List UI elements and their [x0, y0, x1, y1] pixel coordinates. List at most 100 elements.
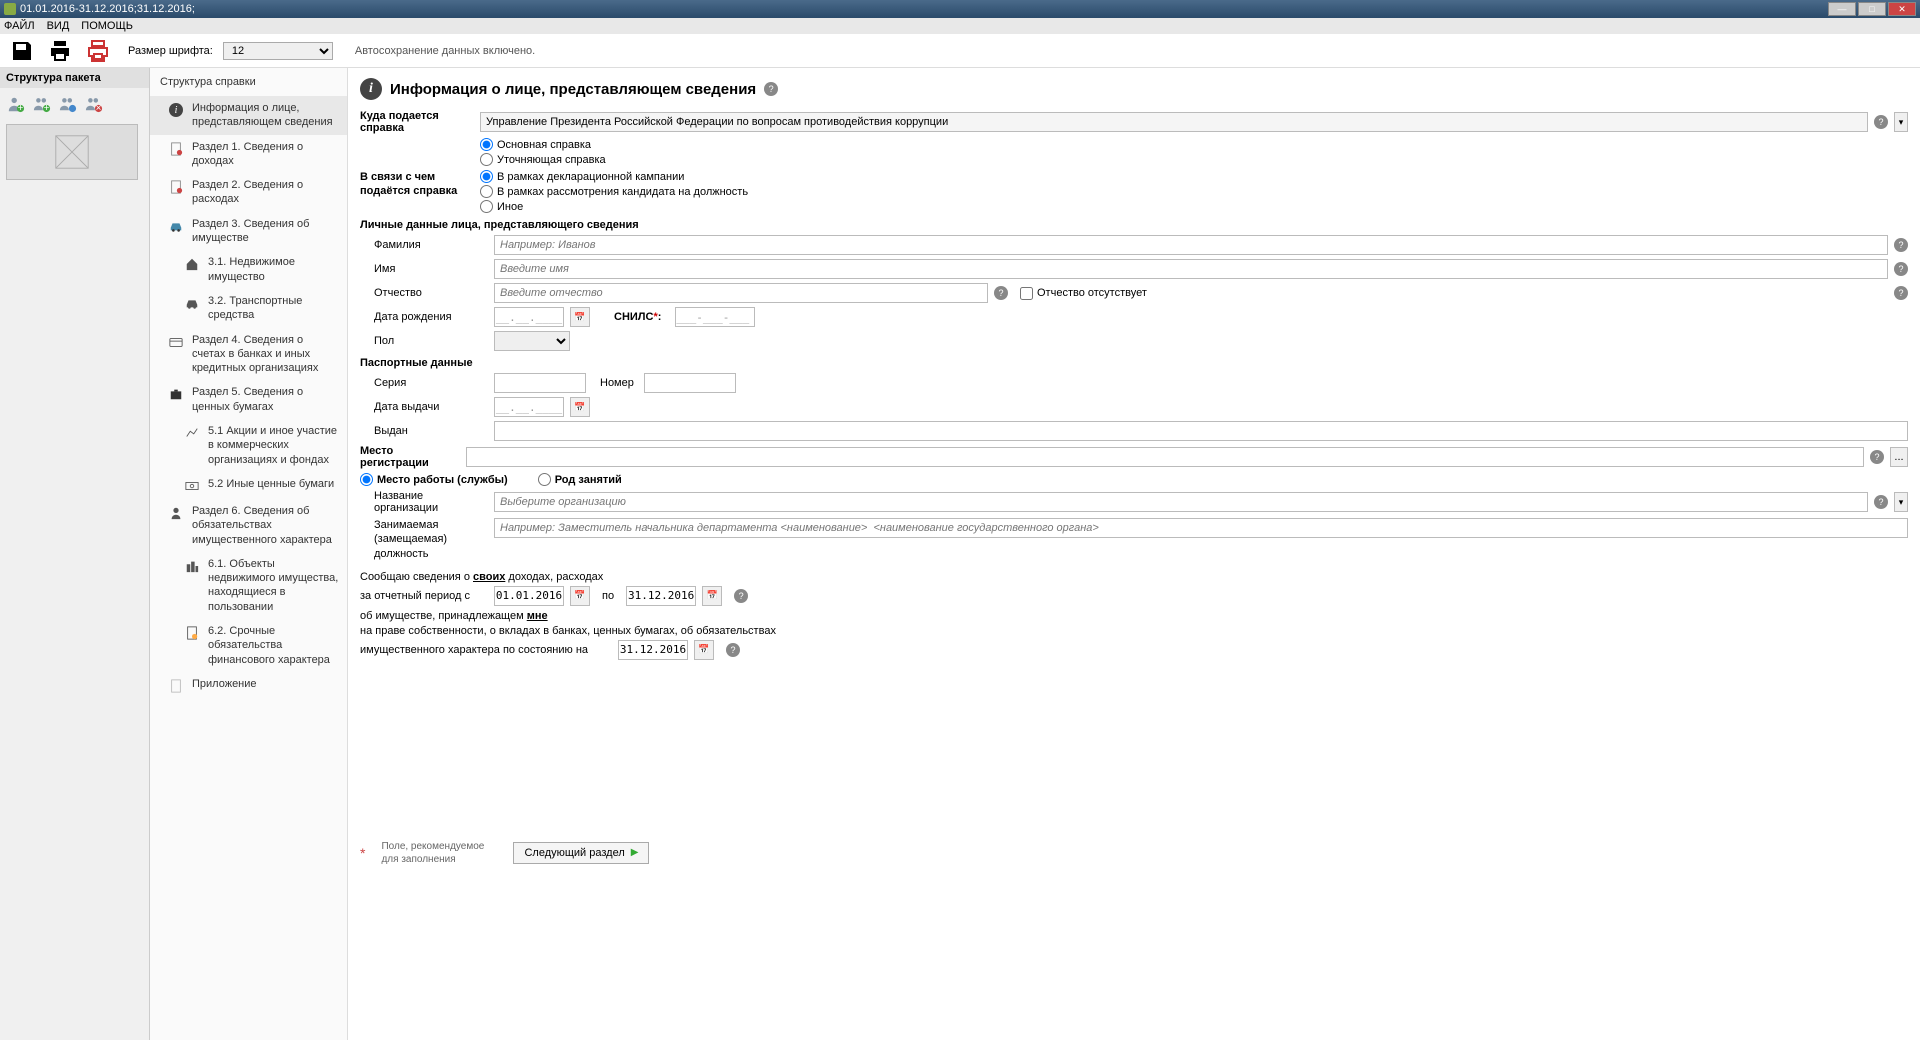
calendar-icon[interactable]: 📅 [694, 640, 714, 660]
radio-reason-candidate[interactable]: В рамках рассмотрения кандидата на должн… [480, 185, 748, 198]
dropdown-button[interactable]: ▾ [1894, 112, 1908, 132]
dob-label: Дата рождения [374, 311, 488, 323]
asof-label: имущественного характера по состоянию на [360, 644, 588, 656]
tree-item-section6[interactable]: ◢ Раздел 6. Сведения об обязательствах и… [150, 499, 347, 552]
issued-by-input[interactable] [494, 421, 1908, 441]
help-icon[interactable]: ? [764, 82, 778, 96]
radio-workplace[interactable]: Место работы (службы) [360, 473, 508, 486]
fontsize-label: Размер шрифта: [128, 45, 213, 57]
maximize-button[interactable]: □ [1858, 2, 1886, 16]
autosave-label: Автосохранение данных включено. [355, 45, 535, 57]
date-to-input[interactable] [626, 586, 696, 606]
date-from-input[interactable] [494, 586, 564, 606]
tree-item-section5-2[interactable]: 5.2 Иные ценные бумаги [150, 472, 347, 499]
house-icon [184, 256, 200, 272]
tree-item-section6-2[interactable]: 6.2. Срочные обязательства финансового х… [150, 619, 347, 672]
more-button[interactable]: ... [1890, 447, 1908, 467]
tree-item-section5-1[interactable]: 5.1 Акции и иное участие в коммерческих … [150, 419, 347, 472]
print-icon[interactable] [46, 37, 74, 65]
help-icon[interactable]: ? [726, 643, 740, 657]
person-icon [168, 505, 184, 521]
help-icon[interactable]: ? [1894, 238, 1908, 252]
tree-item-appendix[interactable]: Приложение [150, 672, 347, 699]
next-button[interactable]: Следующий раздел▶ [513, 842, 649, 864]
fontsize-select[interactable]: 12 [223, 42, 333, 60]
where-input[interactable] [480, 112, 1868, 132]
date-asof-input[interactable] [618, 640, 688, 660]
org-input[interactable] [494, 492, 1868, 512]
surname-input[interactable] [494, 235, 1888, 255]
buildings-icon [184, 558, 200, 574]
tree-item-section1[interactable]: Раздел 1. Сведения о доходах [150, 135, 347, 174]
menu-view[interactable]: ВИД [47, 20, 70, 32]
person-add-icon[interactable]: + [6, 94, 26, 114]
menubar: ФАЙЛ ВИД ПОМОЩЬ [0, 18, 1920, 34]
name-input[interactable] [494, 259, 1888, 279]
dropdown-button[interactable]: ▾ [1894, 492, 1908, 512]
person-remove-icon[interactable]: × [84, 94, 104, 114]
help-icon[interactable]: ? [734, 589, 748, 603]
tree-item-section3-2[interactable]: 3.2. Транспортные средства [150, 289, 347, 328]
tree-item-section2[interactable]: Раздел 2. Сведения о расходах [150, 173, 347, 212]
radio-type-main[interactable]: Основная справка [480, 138, 606, 151]
tree-item-info[interactable]: i Информация о лице, представляющем свед… [150, 96, 347, 135]
package-thumbnail[interactable] [6, 124, 138, 180]
radio-reason-campaign[interactable]: В рамках декларационной кампании [480, 170, 748, 183]
calendar-icon[interactable]: 📅 [702, 586, 722, 606]
issue-date-input[interactable] [494, 397, 564, 417]
series-input[interactable] [494, 373, 586, 393]
patronymic-label: Отчество [374, 287, 488, 299]
name-label: Имя [374, 263, 488, 275]
help-icon[interactable]: ? [1874, 115, 1888, 129]
registration-input[interactable] [466, 447, 1864, 467]
no-patronymic-checkbox[interactable]: Отчество отсутствует [1020, 287, 1147, 300]
help-icon[interactable]: ? [1894, 262, 1908, 276]
save-icon[interactable] [8, 37, 36, 65]
print-red-icon[interactable] [84, 37, 112, 65]
patronymic-input[interactable] [494, 283, 988, 303]
person-group-icon[interactable]: + [32, 94, 52, 114]
calendar-icon[interactable]: 📅 [570, 397, 590, 417]
dob-input[interactable] [494, 307, 564, 327]
card-icon [168, 334, 184, 350]
content-panel: i Информация о лице, представляющем свед… [348, 68, 1920, 1040]
person-edit-icon[interactable] [58, 94, 78, 114]
number-input[interactable] [644, 373, 736, 393]
info-icon: i [360, 78, 382, 100]
period-to-label: по [602, 590, 614, 602]
briefcase-icon [168, 386, 184, 402]
surname-label: Фамилия [374, 239, 488, 251]
radio-occupation[interactable]: Род занятий [538, 473, 622, 486]
declare-text: об имуществе, принадлежащем мне [360, 610, 1908, 622]
tree-item-section5[interactable]: ◢ Раздел 5. Сведения о ценных бумагах [150, 380, 347, 419]
help-icon[interactable]: ? [1894, 286, 1908, 300]
car-icon [168, 218, 184, 234]
help-icon[interactable]: ? [994, 286, 1008, 300]
asterisk-icon: * [360, 845, 365, 861]
close-button[interactable]: ✕ [1888, 2, 1916, 16]
titlebar: 01.01.2016-31.12.2016;31.12.2016; — □ ✕ [0, 0, 1920, 18]
tree-item-section3[interactable]: ◢ Раздел 3. Сведения об имуществе [150, 212, 347, 251]
gender-select[interactable] [494, 331, 570, 351]
help-icon[interactable]: ? [1870, 450, 1884, 464]
radio-type-corr[interactable]: Уточняющая справка [480, 153, 606, 166]
svg-text:+: + [44, 103, 50, 113]
menu-help[interactable]: ПОМОЩЬ [81, 20, 133, 32]
position-input[interactable] [494, 518, 1908, 538]
position-label: Занимаемая (замещаемая) должность [374, 518, 488, 561]
footnote-text: Поле, рекомендуемое для заполнения [381, 840, 501, 866]
radio-reason-other[interactable]: Иное [480, 200, 748, 213]
chart-icon [184, 425, 200, 441]
org-label: Название организации [374, 490, 488, 514]
passport-header: Паспортные данные [360, 357, 1908, 369]
tree-item-section4[interactable]: Раздел 4. Сведения о счетах в банках и и… [150, 328, 347, 381]
calendar-icon[interactable]: 📅 [570, 307, 590, 327]
minimize-button[interactable]: — [1828, 2, 1856, 16]
menu-file[interactable]: ФАЙЛ [4, 20, 35, 32]
tree-item-section6-1[interactable]: 6.1. Объекты недвижимого имущества, нахо… [150, 552, 347, 619]
calendar-icon[interactable]: 📅 [570, 586, 590, 606]
help-icon[interactable]: ? [1874, 495, 1888, 509]
snils-input[interactable] [675, 307, 755, 327]
section-title: Информация о лице, представляющем сведен… [390, 81, 756, 98]
tree-item-section3-1[interactable]: 3.1. Недвижимое имущество [150, 250, 347, 289]
